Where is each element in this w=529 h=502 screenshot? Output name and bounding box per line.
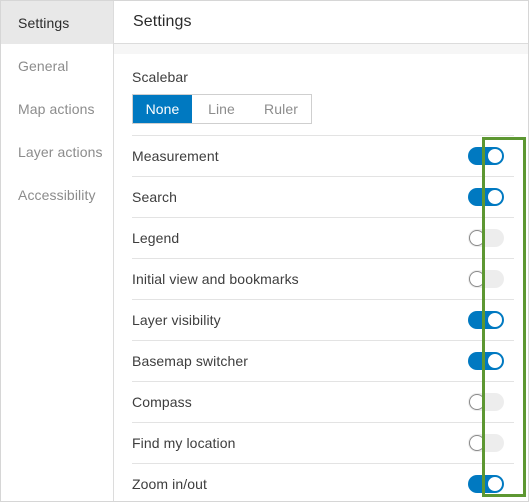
- settings-panel: Settings General Map actions Layer actio…: [0, 0, 529, 502]
- toggle-find-my-location[interactable]: [468, 434, 504, 452]
- setting-label: Search: [132, 189, 177, 205]
- sidebar-item-label: Map actions: [18, 100, 95, 117]
- setting-row-measurement: Measurement: [132, 135, 514, 176]
- toggle-knob-icon: [487, 189, 503, 205]
- toggle-basemap-switcher[interactable]: [468, 352, 504, 370]
- toggle-zoom-in-out[interactable]: [468, 475, 504, 493]
- toggle-knob-icon: [469, 435, 485, 451]
- toggle-legend[interactable]: [468, 229, 504, 247]
- scalebar-segmented-control[interactable]: None Line Ruler: [132, 94, 312, 124]
- setting-label: Layer visibility: [132, 312, 221, 328]
- sidebar-item-label: General: [18, 57, 69, 74]
- toggle-knob-icon: [487, 312, 503, 328]
- page-title: Settings: [133, 13, 192, 30]
- toggle-knob-icon: [469, 271, 485, 287]
- toggle-knob-icon: [487, 353, 503, 369]
- sidebar-item-accessibility[interactable]: Accessibility: [1, 173, 113, 216]
- toggle-compass[interactable]: [468, 393, 504, 411]
- toggle-measurement[interactable]: [468, 147, 504, 165]
- setting-row-initial-view-and-bookmarks: Initial view and bookmarks: [132, 258, 514, 299]
- main-panel: Settings Scalebar None Line Ruler Measur…: [114, 1, 528, 501]
- toggle-search[interactable]: [468, 188, 504, 206]
- sidebar-item-layer-actions[interactable]: Layer actions: [1, 130, 113, 173]
- sidebar-item-map-actions[interactable]: Map actions: [1, 87, 113, 130]
- settings-content: Scalebar None Line Ruler Measurement Sea…: [114, 55, 528, 501]
- panel-header: Settings: [114, 1, 528, 44]
- scalebar-label: Scalebar: [132, 69, 189, 85]
- setting-label: Compass: [132, 394, 192, 410]
- sidebar-item-label: Accessibility: [18, 186, 96, 203]
- scalebar-option-line[interactable]: Line: [192, 95, 251, 123]
- sidebar-item-label: Settings: [18, 14, 70, 31]
- header-accent-strip: [114, 44, 528, 55]
- scalebar-option-ruler[interactable]: Ruler: [251, 95, 311, 123]
- toggle-knob-icon: [469, 394, 485, 410]
- settings-toggle-list: Measurement Search Legend Initial view a…: [132, 135, 514, 501]
- scalebar-option-none[interactable]: None: [133, 95, 192, 123]
- setting-row-search: Search: [132, 176, 514, 217]
- sidebar: Settings General Map actions Layer actio…: [1, 1, 114, 501]
- sidebar-item-general[interactable]: General: [1, 44, 113, 87]
- toggle-knob-icon: [487, 148, 503, 164]
- setting-label: Zoom in/out: [132, 476, 208, 492]
- setting-row-compass: Compass: [132, 381, 514, 422]
- setting-row-find-my-location: Find my location: [132, 422, 514, 463]
- setting-label: Initial view and bookmarks: [132, 271, 299, 287]
- setting-label: Find my location: [132, 435, 236, 451]
- setting-row-layer-visibility: Layer visibility: [132, 299, 514, 340]
- setting-label: Basemap switcher: [132, 353, 248, 369]
- setting-row-legend: Legend: [132, 217, 514, 258]
- sidebar-item-label: Layer actions: [18, 143, 103, 160]
- setting-label: Measurement: [132, 148, 219, 164]
- toggle-initial-view-and-bookmarks[interactable]: [468, 270, 504, 288]
- toggle-knob-icon: [469, 230, 485, 246]
- sidebar-item-settings[interactable]: Settings: [1, 1, 113, 44]
- setting-row-basemap-switcher: Basemap switcher: [132, 340, 514, 381]
- toggle-knob-icon: [487, 476, 503, 492]
- setting-row-zoom-in-out: Zoom in/out: [132, 463, 514, 501]
- toggle-layer-visibility[interactable]: [468, 311, 504, 329]
- setting-label: Legend: [132, 230, 180, 246]
